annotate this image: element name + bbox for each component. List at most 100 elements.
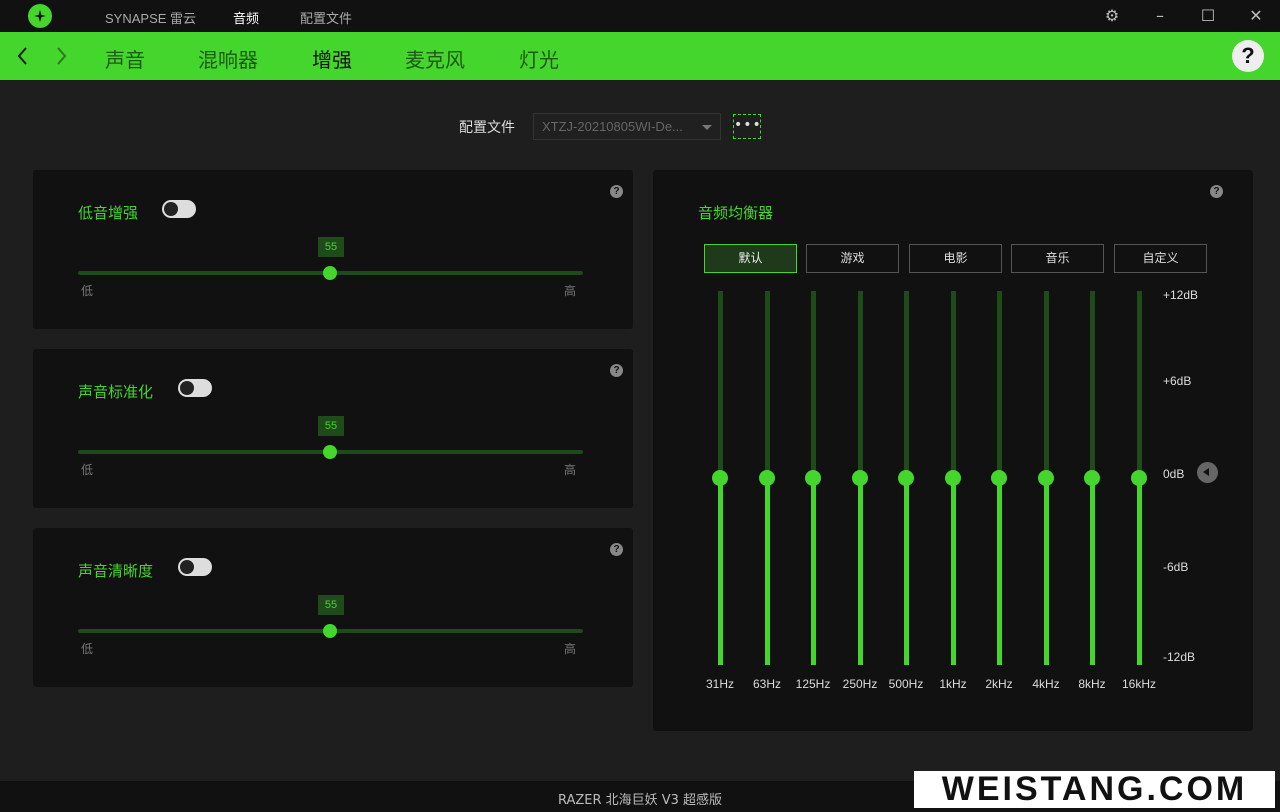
toggle-knob — [164, 202, 178, 216]
settings-gear-icon[interactable]: ⚙ — [1102, 6, 1122, 26]
eq-band-fill[interactable] — [718, 478, 723, 665]
help-question-icon[interactable]: ? — [610, 543, 623, 556]
eq-band-thumb[interactable] — [1038, 470, 1054, 486]
profile-dropdown[interactable]: XTZJ-20210805WI-De... — [533, 113, 721, 140]
slider-low-label: 低 — [81, 463, 94, 477]
slider-low-label: 低 — [81, 642, 94, 656]
volume-normalization-title: 声音标准化 — [78, 383, 154, 401]
bass-boost-slider-thumb[interactable] — [323, 266, 337, 280]
bass-boost-toggle[interactable] — [162, 200, 196, 218]
eq-band-thumb[interactable] — [1084, 470, 1100, 486]
nav-tab-mic[interactable]: 麦克风 — [405, 44, 465, 73]
db-label-plus12: +12dB — [1163, 288, 1199, 302]
maximize-icon[interactable]: ☐ — [1198, 6, 1218, 26]
tab-profiles[interactable]: 配置文件 — [300, 8, 352, 27]
slider-low-label: 低 — [81, 284, 94, 298]
eq-band-frequency-label: 500Hz — [888, 677, 924, 691]
eq-band-track[interactable] — [765, 291, 770, 478]
profile-more-button[interactable]: ••• — [733, 114, 761, 139]
db-label-zero: 0dB — [1163, 467, 1185, 481]
preset-gaming-button[interactable]: 游戏 — [806, 244, 899, 273]
eq-band-frequency-label: 4kHz — [1032, 677, 1060, 691]
equalizer-title: 音频均衡器 — [698, 204, 774, 222]
chevron-down-icon — [702, 125, 712, 130]
toggle-knob — [180, 560, 194, 574]
voice-clarity-panel: ? 声音清晰度 55 低 高 — [33, 528, 633, 687]
eq-band-frequency-label: 125Hz — [795, 677, 831, 691]
eq-band-frequency-label: 250Hz — [842, 677, 878, 691]
eq-band-fill[interactable] — [765, 478, 770, 665]
slider-high-label: 高 — [564, 642, 577, 656]
eq-band-fill[interactable] — [1137, 478, 1142, 665]
back-arrow-icon[interactable] — [12, 42, 34, 70]
bass-boost-panel: ? 低音增强 55 低 高 — [33, 170, 633, 329]
profile-dropdown-value: XTZJ-20210805WI-De... — [542, 119, 683, 134]
eq-band-track[interactable] — [951, 291, 956, 478]
eq-band-fill[interactable] — [1044, 478, 1049, 665]
bass-boost-value: 55 — [318, 237, 344, 257]
eq-band-thumb[interactable] — [991, 470, 1007, 486]
nav-tab-mixer[interactable]: 混响器 — [198, 44, 258, 73]
eq-band-track[interactable] — [811, 291, 816, 478]
eq-band-thumb[interactable] — [712, 470, 728, 486]
help-question-icon[interactable]: ? — [1210, 185, 1223, 198]
eq-band-fill[interactable] — [951, 478, 956, 665]
eq-band-track[interactable] — [1090, 291, 1095, 478]
eq-band-fill[interactable] — [811, 478, 816, 665]
eq-band-frequency-label: 8kHz — [1078, 677, 1106, 691]
tab-audio[interactable]: 音频 — [233, 8, 259, 27]
voice-clarity-slider-thumb[interactable] — [323, 624, 337, 638]
title-bar: SYNAPSE 雷云 音频 配置文件 ⚙ – ☐ ✕ — [0, 0, 1280, 32]
volume-normalization-panel: ? 声音标准化 55 低 高 — [33, 349, 633, 508]
db-label-plus6: +6dB — [1163, 374, 1192, 388]
toggle-knob — [180, 381, 194, 395]
preset-movie-button[interactable]: 电影 — [909, 244, 1002, 273]
nav-tab-sound[interactable]: 声音 — [105, 44, 145, 73]
forward-arrow-icon[interactable] — [50, 42, 72, 70]
volume-normalization-toggle[interactable] — [178, 379, 212, 397]
eq-band-frequency-label: 1kHz — [939, 677, 967, 691]
reset-arrow-icon[interactable] — [1197, 462, 1218, 483]
eq-band-fill[interactable] — [904, 478, 909, 665]
eq-band-track[interactable] — [904, 291, 909, 478]
volume-normalization-slider-thumb[interactable] — [323, 445, 337, 459]
nav-tab-lighting[interactable]: 灯光 — [519, 44, 559, 73]
eq-band-track[interactable] — [1044, 291, 1049, 478]
preset-music-button[interactable]: 音乐 — [1011, 244, 1104, 273]
eq-band-frequency-label: 63Hz — [752, 677, 781, 691]
nav-tab-enhancement[interactable]: 增强 — [312, 44, 352, 73]
close-icon[interactable]: ✕ — [1246, 6, 1266, 26]
slider-high-label: 高 — [564, 463, 577, 477]
eq-band-thumb[interactable] — [852, 470, 868, 486]
eq-band-thumb[interactable] — [805, 470, 821, 486]
minimize-icon[interactable]: – — [1150, 6, 1170, 26]
voice-clarity-value: 55 — [318, 595, 344, 615]
eq-band-fill[interactable] — [1090, 478, 1095, 665]
eq-band-fill[interactable] — [858, 478, 863, 665]
tab-synapse[interactable]: SYNAPSE 雷云 — [105, 8, 196, 27]
help-question-icon[interactable]: ? — [610, 185, 623, 198]
eq-band-thumb[interactable] — [1131, 470, 1147, 486]
eq-band-track[interactable] — [718, 291, 723, 478]
eq-band-track[interactable] — [858, 291, 863, 478]
volume-normalization-value: 55 — [318, 416, 344, 436]
eq-band-track[interactable] — [997, 291, 1002, 478]
eq-band-thumb[interactable] — [898, 470, 914, 486]
eq-band-thumb[interactable] — [759, 470, 775, 486]
eq-band-fill[interactable] — [997, 478, 1002, 665]
watermark: WEISTANG.COM — [914, 771, 1275, 808]
eq-band-track[interactable] — [1137, 291, 1142, 478]
razer-logo-icon — [28, 4, 52, 28]
voice-clarity-toggle[interactable] — [178, 558, 212, 576]
help-question-icon[interactable]: ? — [610, 364, 623, 377]
db-label-minus12: -12dB — [1163, 650, 1196, 664]
eq-band-frequency-label: 16kHz — [1121, 677, 1156, 691]
db-label-minus6: -6dB — [1163, 560, 1189, 574]
eq-band-frequency-label: 31Hz — [705, 677, 734, 691]
eq-band-thumb[interactable] — [945, 470, 961, 486]
slider-high-label: 高 — [564, 284, 577, 298]
preset-custom-button[interactable]: 自定义 — [1114, 244, 1207, 273]
bass-boost-title: 低音增强 — [78, 204, 139, 222]
preset-default-button[interactable]: 默认 — [704, 244, 797, 273]
help-button[interactable]: ? — [1232, 40, 1264, 72]
